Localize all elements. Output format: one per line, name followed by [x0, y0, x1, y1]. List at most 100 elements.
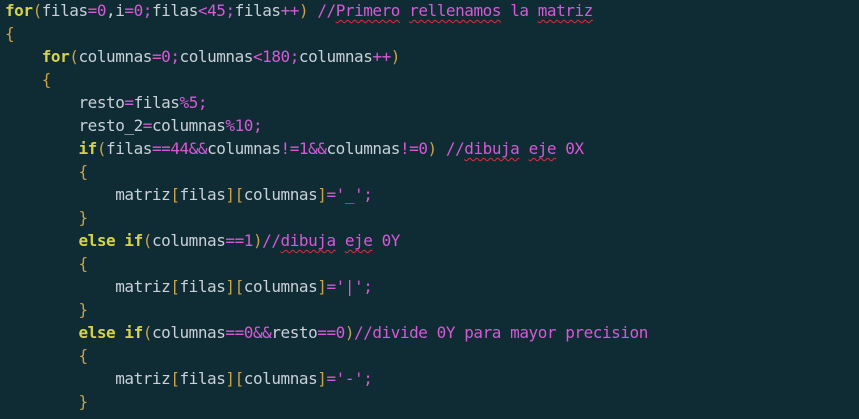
code-token: } — [78, 208, 88, 227]
code-token: < — [252, 47, 263, 66]
code-token: 0 — [335, 323, 346, 342]
code-token: == — [225, 231, 244, 250]
code-token: != — [280, 139, 300, 158]
code-token: columnas — [326, 139, 400, 158]
code-token: matriz — [537, 1, 594, 20]
code-token: eje — [344, 231, 373, 250]
code-token: columnas — [207, 139, 281, 158]
code-token: == — [151, 139, 171, 158]
code-token: , — [106, 1, 116, 20]
code-token: % — [225, 116, 235, 135]
code-token: [ — [170, 369, 180, 388]
code-line[interactable]: for(columnas=0;columnas<180;columnas++) — [5, 45, 401, 68]
code-token: ) — [298, 1, 309, 20]
code-token: = — [87, 1, 98, 20]
code-line[interactable]: resto_2=columnas%10; — [5, 114, 262, 137]
code-line[interactable]: else if(columnas==1)//dibuja eje 0Y — [5, 229, 400, 252]
code-token: && — [252, 323, 272, 342]
code-token: != — [399, 139, 419, 158]
code-token: ; — [170, 47, 180, 66]
code-token: if — [78, 139, 97, 158]
code-token: ) — [344, 323, 355, 342]
code-token: 0 — [96, 1, 107, 20]
code-line[interactable]: else if(columnas==0&&resto==0)//divide 0… — [5, 321, 648, 344]
code-token: ][ — [225, 185, 244, 204]
code-line[interactable]: { — [5, 22, 15, 45]
code-token: && — [308, 139, 327, 158]
code-token: if — [124, 323, 143, 342]
code-token: 5 — [188, 93, 199, 112]
code-token: '-' — [335, 369, 364, 388]
code-token: 45 — [207, 1, 226, 20]
code-line[interactable]: } — [5, 298, 88, 321]
code-line[interactable]: { — [5, 252, 88, 275]
code-token: matriz — [115, 369, 171, 388]
code-token: //divide 0Y para mayor precision — [354, 323, 648, 342]
code-token: 0 — [161, 47, 171, 66]
code-token: filas — [106, 139, 152, 158]
code-line[interactable]: if(filas==44&&columnas!=1&&columnas!=0) … — [5, 137, 584, 160]
code-token: '|' — [335, 277, 364, 296]
code-line[interactable]: for(filas=0,i=0;filas<45;filas++) //Prim… — [5, 0, 593, 22]
code-line[interactable]: } — [5, 206, 88, 229]
code-token: % — [179, 93, 190, 112]
code-token: filas — [179, 369, 226, 388]
code-line[interactable]: matriz[filas][columnas]='-'; — [5, 367, 373, 390]
code-token: { — [41, 70, 52, 89]
code-token: = — [124, 1, 134, 20]
code-line[interactable]: matriz[filas][columnas]='|'; — [5, 275, 373, 298]
code-line[interactable]: { — [5, 68, 52, 91]
code-line[interactable]: resto=filas%5; — [5, 91, 207, 114]
code-token: ) — [427, 139, 438, 158]
code-token: ; — [363, 185, 373, 204]
code-token: ][ — [225, 277, 244, 296]
code-token: == — [317, 323, 336, 342]
code-token: filas — [234, 1, 281, 20]
code-token: ) — [390, 47, 401, 66]
code-token: { — [5, 24, 15, 43]
code-token: dibuja — [464, 139, 520, 158]
code-token: = — [326, 185, 336, 204]
code-token: columnas — [243, 185, 318, 204]
code-token: else — [78, 323, 116, 342]
code-token: 44 — [170, 139, 189, 158]
code-token: 0Y — [372, 231, 401, 250]
code-line[interactable]: { — [5, 344, 88, 367]
code-line[interactable]: matriz[filas][columnas]='_'; — [5, 183, 373, 206]
code-editor[interactable]: for(filas=0,i=0;filas<45;filas++) //Prim… — [0, 0, 859, 419]
code-token: ][ — [225, 369, 244, 388]
code-line[interactable]: } — [5, 390, 88, 413]
code-token: ; — [225, 1, 235, 20]
code-token: = — [326, 369, 336, 388]
code-line[interactable]: { — [5, 160, 88, 183]
code-token: resto — [78, 93, 125, 112]
code-token: = — [124, 93, 134, 112]
code-token: columnas — [298, 47, 373, 66]
code-token: columnas — [78, 47, 152, 66]
code-token: [ — [170, 277, 180, 296]
code-token: if — [124, 231, 143, 250]
code-token: resto — [271, 323, 318, 342]
code-token: ( — [142, 231, 153, 250]
code-token: rellenamos — [409, 1, 502, 20]
code-token: 0 — [418, 139, 428, 158]
code-token: filas — [41, 1, 88, 20]
code-token: matriz — [115, 277, 171, 296]
code-token: [ — [170, 185, 180, 204]
code-token: { — [78, 162, 88, 181]
code-token: ; — [363, 277, 373, 296]
code-token: la — [501, 1, 538, 20]
